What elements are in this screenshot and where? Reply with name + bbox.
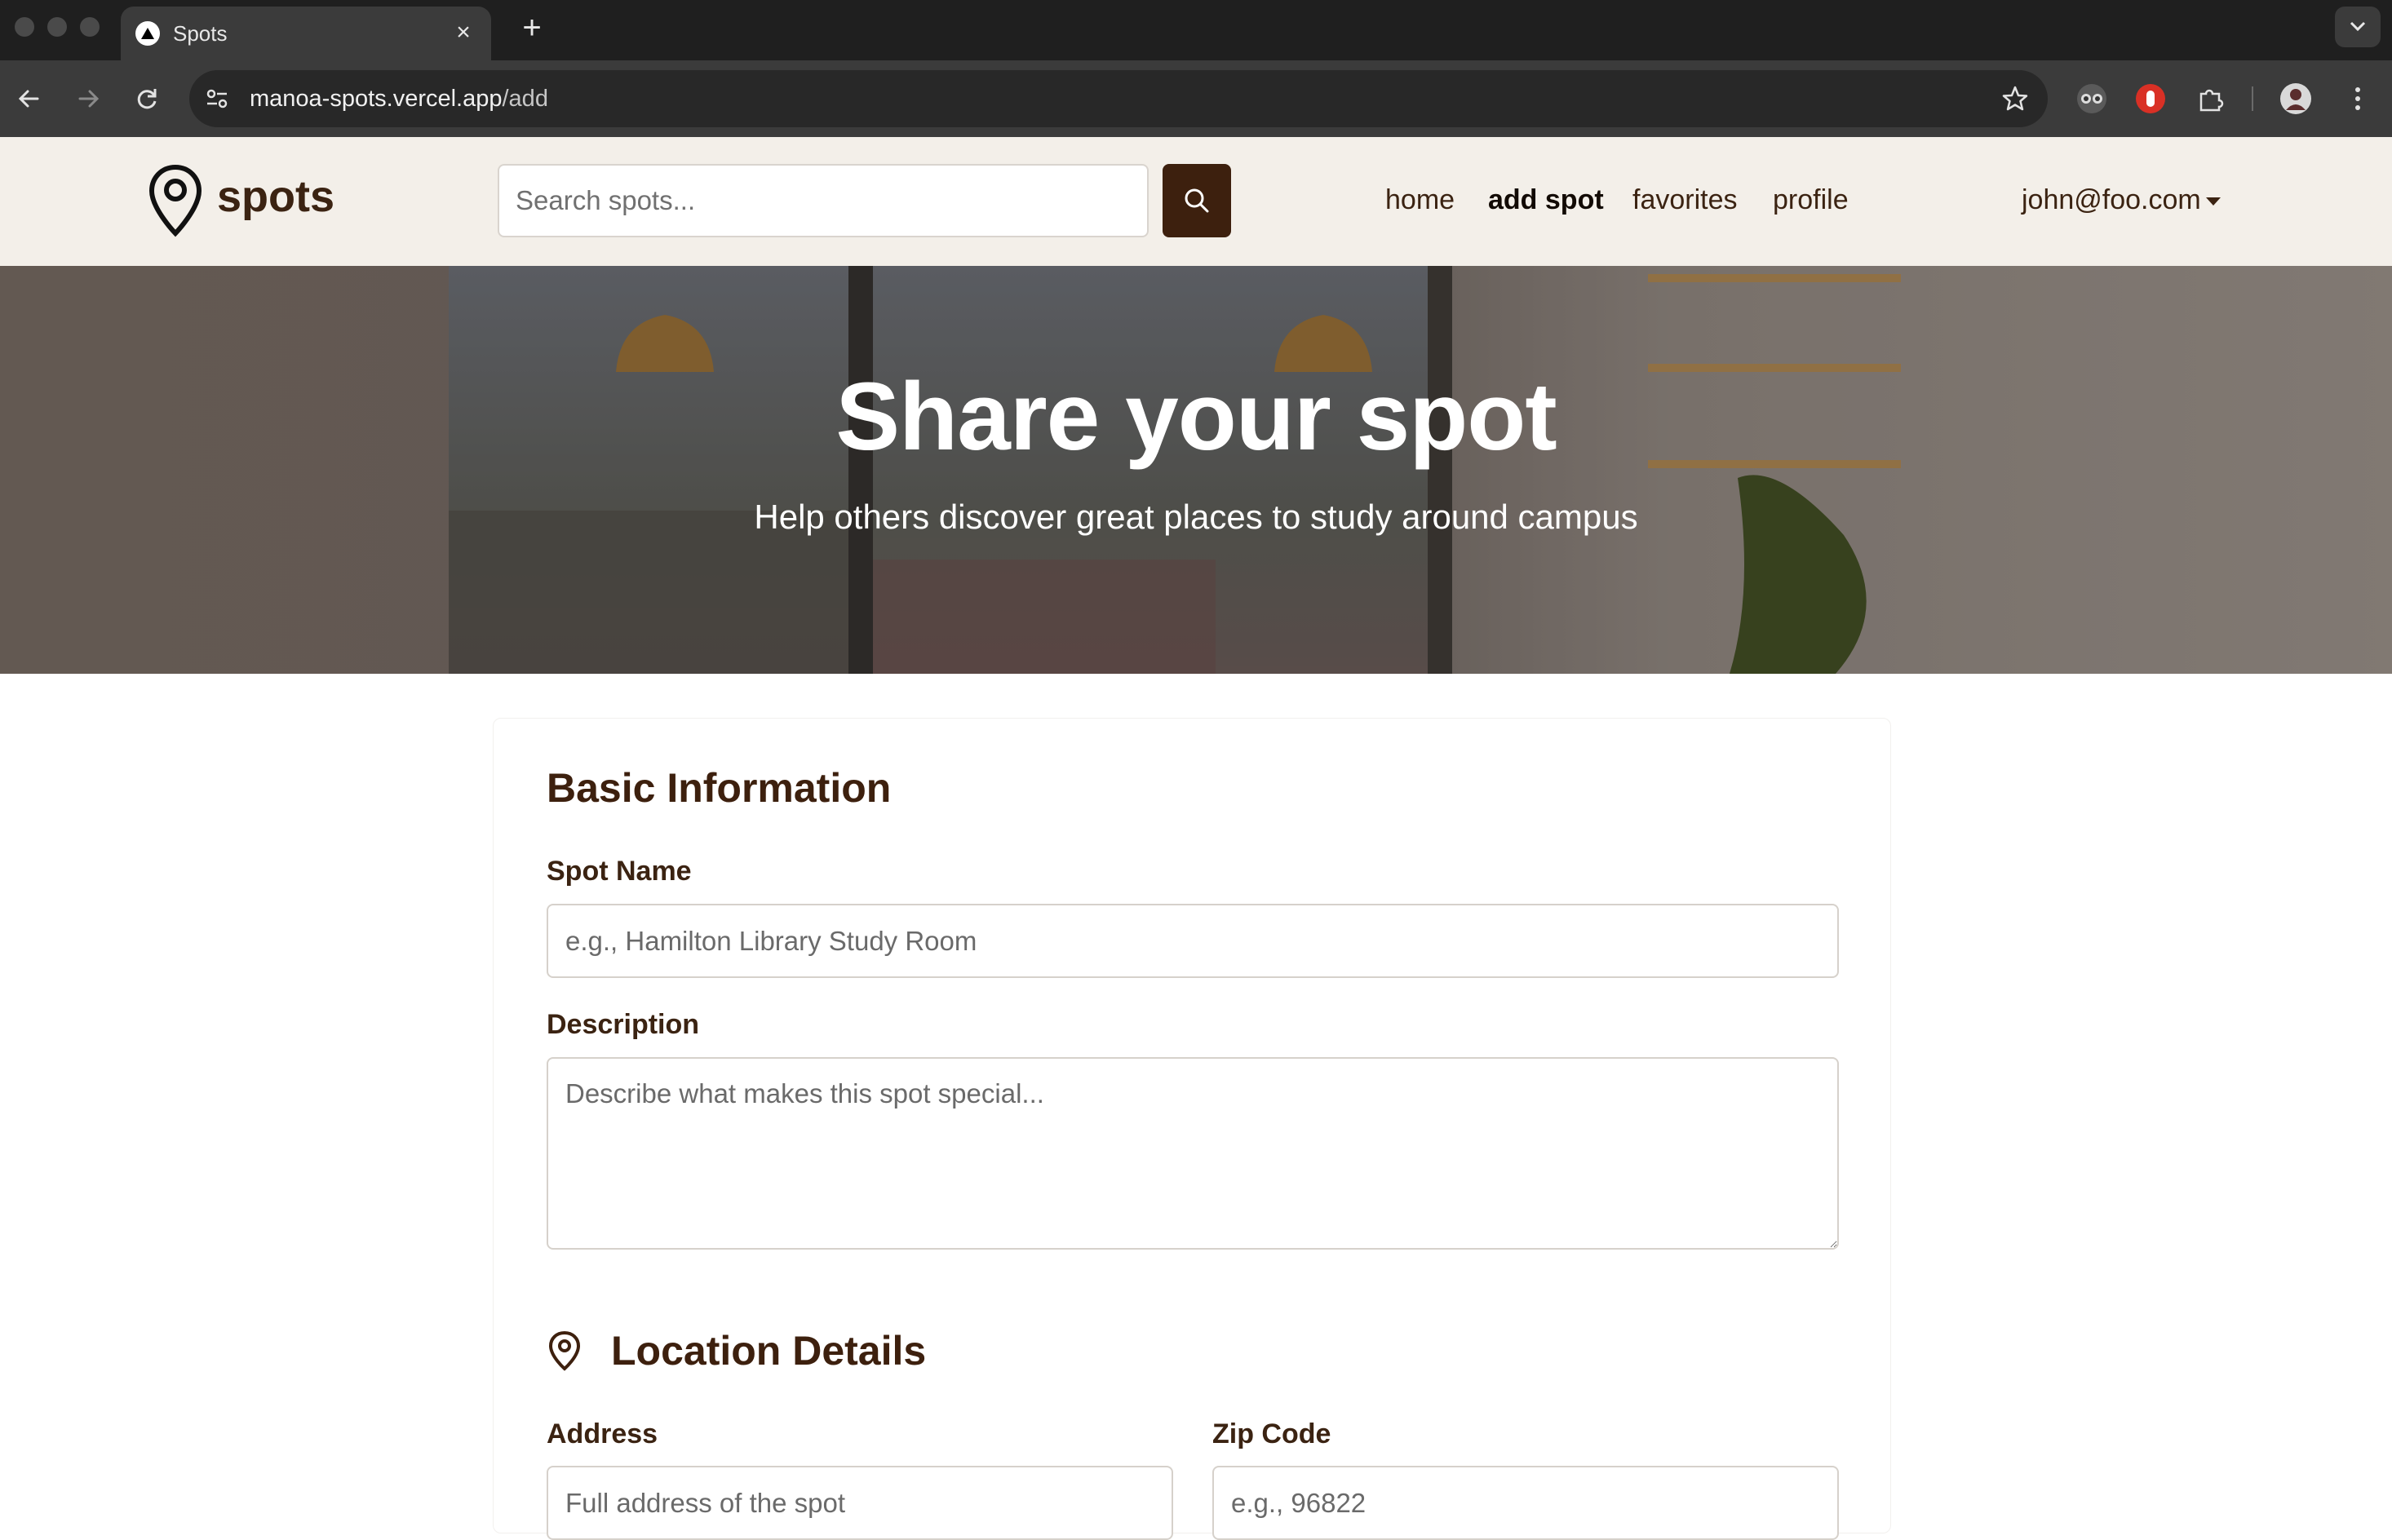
nav-link-add-spot[interactable]: add spot — [1488, 181, 1604, 219]
toolbar-divider — [2252, 86, 2253, 111]
address-input[interactable] — [547, 1466, 1173, 1540]
zip-code-input[interactable] — [1212, 1466, 1839, 1540]
search-button[interactable] — [1163, 164, 1231, 237]
hero-banner: Share your spot Help others discover gre… — [0, 266, 2392, 674]
user-menu-dropdown[interactable]: john@foo.com — [2022, 181, 2221, 219]
tab-title: Spots — [173, 21, 228, 46]
site-settings-icon[interactable] — [204, 86, 230, 112]
hero-title: Share your spot — [835, 363, 1557, 471]
bookmark-star-icon[interactable] — [2000, 84, 2030, 113]
browser-menu-icon[interactable] — [2341, 82, 2374, 115]
location-pin-icon — [547, 1330, 582, 1372]
nav-link-home[interactable]: home — [1385, 181, 1455, 219]
extension-stop-hand-icon[interactable] — [2134, 82, 2167, 115]
maximize-window-button[interactable] — [80, 17, 100, 37]
basic-information-heading: Basic Information — [547, 765, 892, 811]
url-path: /add — [502, 86, 548, 112]
zip-code-label: Zip Code — [1212, 1418, 1331, 1449]
browser-toolbar: manoa-spots.vercel.app/add — [0, 60, 2392, 137]
extensions-puzzle-icon[interactable] — [2195, 82, 2227, 115]
close-window-button[interactable] — [15, 17, 34, 37]
reload-icon[interactable] — [127, 79, 166, 118]
profile-avatar-icon[interactable] — [2279, 82, 2312, 115]
minimize-window-button[interactable] — [47, 17, 67, 37]
tab-search-button[interactable] — [2335, 7, 2381, 47]
extension-glasses-icon[interactable] — [2075, 82, 2108, 115]
nav-link-favorites[interactable]: favorites — [1632, 181, 1738, 219]
tab-close-icon[interactable]: × — [449, 18, 478, 47]
triangle-favicon-icon — [135, 21, 160, 46]
user-email: john@foo.com — [2022, 184, 2201, 215]
address-bar[interactable]: manoa-spots.vercel.app/add — [189, 70, 2048, 127]
map-pin-logo-icon[interactable] — [147, 163, 204, 238]
search-icon — [1185, 188, 1209, 213]
description-label: Description — [547, 1009, 700, 1040]
spot-name-input[interactable] — [547, 904, 1839, 978]
browser-tab-bar: Spots × + — [0, 0, 2392, 60]
description-textarea[interactable] — [547, 1057, 1839, 1250]
new-tab-button[interactable]: + — [514, 10, 550, 46]
location-details-heading: Location Details — [611, 1328, 927, 1374]
nav-link-profile[interactable]: profile — [1773, 181, 1849, 219]
spot-name-label: Spot Name — [547, 856, 692, 887]
browser-tab[interactable]: Spots × — [121, 7, 491, 60]
back-arrow-icon[interactable] — [10, 79, 49, 118]
caret-down-icon — [2205, 197, 2221, 206]
url-host: manoa-spots.vercel.app — [250, 86, 503, 112]
hero-subtitle: Help others discover great places to stu… — [754, 498, 1638, 536]
search-input[interactable] — [498, 164, 1149, 237]
forward-arrow-icon[interactable] — [69, 79, 108, 118]
site-logo-text[interactable]: spots — [217, 168, 334, 225]
address-label: Address — [547, 1418, 658, 1449]
url-text: manoa-spots.vercel.app/add — [250, 84, 548, 113]
